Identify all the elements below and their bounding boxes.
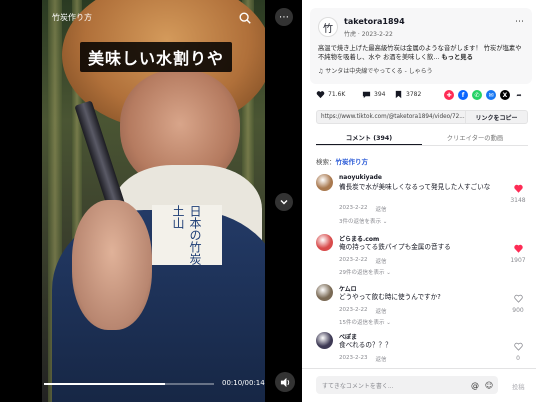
whatsapp-icon[interactable]: ✆ <box>472 90 482 100</box>
comment-like[interactable]: 900 <box>508 294 528 314</box>
app-root: 日本の竹炭 土山 竹炭作り方 美味しい水割りや ⋯ 00:10/00:14 竹 … <box>0 0 536 402</box>
avatar[interactable] <box>316 174 333 191</box>
copy-link-bar: https://www.tiktok.com/@taketora1894/vid… <box>316 110 528 124</box>
reply-button[interactable]: 返信 <box>375 355 386 363</box>
emoji-icon[interactable]: ☺ <box>484 380 494 390</box>
heart-icon <box>513 244 523 255</box>
comment-like-count: 3148 <box>510 197 526 204</box>
post-button[interactable]: 投稿 <box>512 382 525 391</box>
comment-composer: すてきなコメントを書く... @ ☺ 投稿 <box>302 368 536 402</box>
comment-text: 俺の持ってる鉄パイプも金属の音する <box>339 243 451 251</box>
share-arrow-icon[interactable]: ➦ <box>514 90 524 100</box>
hand <box>72 200 152 330</box>
heart-icon <box>513 294 523 305</box>
avatar[interactable]: 竹 <box>318 17 338 37</box>
video-player[interactable]: 日本の竹炭 土山 竹炭作り方 美味しい水割りや ⋯ 00:10/00:14 <box>0 0 302 402</box>
messenger-icon[interactable]: ✉ <box>486 90 496 100</box>
comment-date: 2023-2-23 <box>339 355 368 361</box>
comment-text: どうやって飲む時に使うんですか? <box>339 293 441 301</box>
music-link[interactable]: ♫ サンタは中央線でやってくる - しゃらう <box>318 66 433 75</box>
reply-button[interactable]: 返信 <box>375 205 386 213</box>
view-replies-link[interactable]: 15件の返信を表示 ⌄ <box>339 318 391 326</box>
search-keyword-link[interactable]: 竹炭作り方 <box>336 158 369 166</box>
avatar[interactable] <box>316 332 333 349</box>
comment-username[interactable]: naoyukiyade <box>339 174 382 181</box>
comment-text: 備長炭で水が美味しくなるって発見した人すごいな <box>339 183 491 191</box>
search-icon[interactable] <box>238 11 252 25</box>
comment-text: 食べれるの？？？ <box>339 341 392 349</box>
mention-icon[interactable]: @ <box>470 380 480 390</box>
timecode: 00:10/00:14 <box>222 379 265 387</box>
repost-icon[interactable]: ✚ <box>444 90 454 100</box>
like-action[interactable]: 71.6K <box>316 90 345 99</box>
save-count: 3782 <box>406 91 422 98</box>
comment-like[interactable]: 3148 <box>508 184 528 204</box>
post-info-card: 竹 taketora1894 竹虎 · 2023-2-22 ⋯ 高温で焼き上げた… <box>310 8 532 84</box>
x-icon[interactable]: X <box>500 90 510 100</box>
search-prefix: 検索： <box>316 158 336 166</box>
video-title: 竹炭作り方 <box>52 13 92 22</box>
post-description: 高温で焼き上げた最高級竹炭は金属のような音がします！ 竹炭が塩素や不純物を吸着し… <box>318 44 526 62</box>
detail-panel: 竹 taketora1894 竹虎 · 2023-2-22 ⋯ 高温で焼き上げた… <box>302 0 536 402</box>
more-options-icon[interactable]: ⋯ <box>515 17 524 27</box>
view-replies-link[interactable]: 29件の返信を表示 ⌄ <box>339 268 391 276</box>
heart-icon <box>316 90 325 99</box>
post-username[interactable]: taketora1894 <box>344 17 405 26</box>
action-row: 71.6K 394 3782 ✚ f ✆ ✉ X ➦ <box>316 90 526 102</box>
comment-like[interactable]: 0 <box>508 342 528 362</box>
heart-icon <box>513 184 523 195</box>
post-subline: 竹虎 · 2023-2-22 <box>344 31 393 38</box>
avatar[interactable] <box>316 284 333 301</box>
comment-meta: 2023-2-22 返信 <box>339 205 386 213</box>
volume-button[interactable] <box>275 372 295 392</box>
progress-fill <box>44 383 165 385</box>
reply-button[interactable]: 返信 <box>375 307 386 315</box>
tab-creator-videos[interactable]: クリエイターの動画 <box>422 130 528 145</box>
tab-comments[interactable]: コメント (394) <box>316 130 422 145</box>
more-options-icon[interactable]: ⋯ <box>275 8 293 26</box>
comment-like[interactable]: 1907 <box>508 244 528 264</box>
like-count: 71.6K <box>328 91 346 98</box>
comment-icon <box>362 90 371 99</box>
comment-meta: 2023-2-22 返信 <box>339 307 386 315</box>
avatar[interactable] <box>316 234 333 251</box>
comment-date: 2023-2-22 <box>339 307 368 313</box>
description-text: 高温で焼き上げた最高級竹炭は金属のような音がします！ 竹炭が塩素や不純物を吸着し… <box>318 45 522 61</box>
heart-icon <box>513 342 523 353</box>
see-more-link[interactable]: もっと見る <box>441 54 472 61</box>
comment-meta: 2023-2-23 返信 <box>339 355 386 363</box>
copy-link-button[interactable]: リンクをコピー <box>466 110 528 124</box>
comment-username[interactable]: べぽま <box>339 332 357 341</box>
comment-like-count: 1907 <box>510 257 526 264</box>
comment-meta: 2023-2-22 返信 <box>339 257 386 265</box>
video-caption: 美味しい水割りや <box>80 42 233 72</box>
related-search: 検索：竹炭作り方 <box>316 156 368 166</box>
save-action[interactable]: 3782 <box>394 90 421 99</box>
comment-username[interactable]: ケムロ <box>339 284 357 293</box>
comment-like-count: 0 <box>516 355 520 362</box>
view-replies-link[interactable]: 3件の返信を表示 ⌄ <box>339 217 387 225</box>
comment-action[interactable]: 394 <box>362 90 385 99</box>
comment-count: 394 <box>374 91 386 98</box>
video-link-field[interactable]: https://www.tiktok.com/@taketora1894/vid… <box>316 110 466 124</box>
robe-label: 日本の竹炭 土山 <box>152 205 222 265</box>
speaker-icon <box>280 377 289 387</box>
comment-like-count: 900 <box>512 307 524 314</box>
facebook-icon[interactable]: f <box>458 90 468 100</box>
next-video-button[interactable] <box>275 193 293 211</box>
comment-date: 2023-2-22 <box>339 205 368 211</box>
panel-tabs: コメント (394) クリエイターの動画 <box>316 130 528 146</box>
comment-username[interactable]: どらまる.com <box>339 234 379 243</box>
comment-date: 2023-2-22 <box>339 257 368 263</box>
progress-bar[interactable] <box>44 383 214 385</box>
bookmark-icon <box>394 90 403 99</box>
chevron-down-icon <box>280 200 288 205</box>
reply-button[interactable]: 返信 <box>375 257 386 265</box>
